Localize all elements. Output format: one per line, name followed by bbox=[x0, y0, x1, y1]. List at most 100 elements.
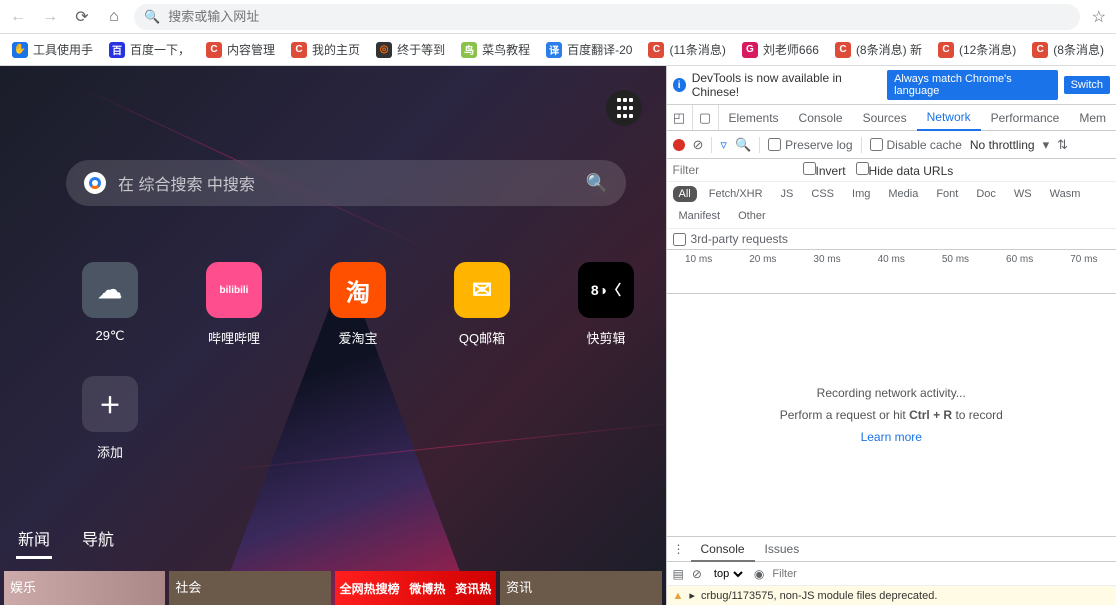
type-filter-chip[interactable]: JS bbox=[775, 186, 800, 202]
speed-dial-tile[interactable]: ☁29℃ bbox=[78, 262, 142, 347]
bookmark-item[interactable]: C(8条消息) 新 bbox=[829, 38, 928, 61]
console-filter-input[interactable] bbox=[772, 568, 1110, 580]
thirdparty-checkbox[interactable]: 3rd-party requests bbox=[667, 229, 1116, 250]
devtools-tab[interactable]: Mem bbox=[1069, 105, 1116, 130]
device-toggle-icon[interactable]: ▢ bbox=[693, 105, 719, 130]
bookmark-label: (8条消息) 新 bbox=[856, 41, 922, 58]
reload-hint: Perform a request or hit Ctrl + R to rec… bbox=[780, 408, 1003, 422]
page-search-box[interactable]: 在 综合搜索 中搜索 🔍 bbox=[66, 160, 626, 206]
bookmark-item[interactable]: G刘老师666 bbox=[736, 38, 825, 61]
search-placeholder: 在 综合搜索 中搜索 bbox=[118, 171, 574, 195]
speed-dial-tile[interactable]: 淘爱淘宝 bbox=[326, 262, 390, 347]
bookmark-item[interactable]: C内容管理 bbox=[200, 38, 281, 61]
hide-dataurl-checkbox[interactable]: Hide data URLs bbox=[856, 162, 954, 178]
speed-dial-tile[interactable]: ✉QQ邮箱 bbox=[450, 262, 514, 347]
feed-card[interactable]: 娱乐 bbox=[4, 571, 165, 605]
bookmark-item[interactable]: C(11条消息) bbox=[642, 38, 731, 61]
type-filter-chip[interactable]: Media bbox=[882, 186, 924, 202]
devtools-tab[interactable]: Elements bbox=[719, 105, 789, 130]
type-filter-chip[interactable]: Fetch/XHR bbox=[703, 186, 769, 202]
hot-item: 全网热搜榜 bbox=[340, 580, 400, 597]
devtools-tab[interactable]: Console bbox=[789, 105, 853, 130]
forward-button[interactable]: → bbox=[38, 5, 62, 29]
bookmark-favicon: 鸟 bbox=[461, 42, 477, 58]
bookmark-label: 我的主页 bbox=[312, 41, 360, 58]
bookmark-item[interactable]: ◎终于等到 bbox=[370, 38, 451, 61]
type-filter-chip[interactable]: Font bbox=[930, 186, 964, 202]
filter-icon[interactable]: ▿ bbox=[720, 137, 727, 153]
hot-ranking-card[interactable]: 全网热搜榜微博热资讯热 bbox=[335, 571, 496, 605]
network-conditions-icon[interactable]: ⇅ bbox=[1057, 137, 1068, 153]
clear-button[interactable]: ⊘ bbox=[693, 137, 704, 153]
add-tile[interactable]: ＋ 添加 bbox=[78, 376, 142, 461]
match-language-button[interactable]: Always match Chrome's language bbox=[887, 70, 1058, 100]
type-filter-chip[interactable]: CSS bbox=[805, 186, 840, 202]
warning-text: crbug/1173575, non-JS module files depre… bbox=[701, 590, 937, 602]
invert-checkbox[interactable]: Invert bbox=[803, 162, 846, 178]
drawer-tab[interactable]: Console bbox=[691, 538, 755, 562]
devtools-tab[interactable]: Performance bbox=[981, 105, 1070, 130]
page-nav-tabs: 新闻导航 bbox=[0, 520, 132, 559]
bookmark-item[interactable]: 百百度一下， bbox=[103, 38, 196, 61]
clear-console-icon[interactable]: ⊘ bbox=[692, 567, 702, 581]
bookmark-label: 内容管理 bbox=[227, 41, 275, 58]
timeline-tick: 70 ms bbox=[1070, 254, 1097, 265]
address-bar[interactable]: 🔍 bbox=[134, 4, 1080, 30]
type-filter-chip[interactable]: All bbox=[673, 186, 697, 202]
bookmark-label: (12条消息) bbox=[959, 41, 1016, 58]
throttling-select[interactable]: No throttling bbox=[970, 138, 1035, 152]
timeline-tick: 10 ms bbox=[685, 254, 712, 265]
console-sidebar-icon[interactable]: ▤ bbox=[673, 567, 684, 581]
feed-card[interactable]: 社会 bbox=[169, 571, 330, 605]
network-filter-input[interactable] bbox=[673, 163, 793, 177]
bookmark-label: 百度翻译-20 bbox=[567, 41, 632, 58]
reload-button[interactable]: ⟳ bbox=[70, 5, 94, 29]
speed-dial-tile[interactable]: 8◑〈快剪辑 bbox=[574, 262, 638, 347]
page-nav-tab[interactable]: 新闻 bbox=[16, 520, 52, 559]
search-icon[interactable]: 🔍 bbox=[735, 137, 751, 153]
tile-label: 哔哩哔哩 bbox=[208, 328, 260, 347]
type-filter-chip[interactable]: Img bbox=[846, 186, 876, 202]
drawer-menu-icon[interactable]: ⋮ bbox=[667, 542, 691, 556]
throttling-caret-icon[interactable]: ▾ bbox=[1043, 137, 1050, 153]
bookmark-item[interactable]: 鸟菜鸟教程 bbox=[455, 38, 536, 61]
bookmark-item[interactable]: 译百度翻译-20 bbox=[540, 38, 638, 61]
preserve-log-checkbox[interactable]: Preserve log bbox=[768, 138, 852, 152]
type-filter-chip[interactable]: Doc bbox=[970, 186, 1002, 202]
switch-language-button[interactable]: Switch bbox=[1064, 76, 1110, 94]
back-button[interactable]: ← bbox=[6, 5, 30, 29]
info-icon: i bbox=[673, 78, 686, 92]
learn-more-link[interactable]: Learn more bbox=[861, 430, 922, 444]
record-button[interactable] bbox=[673, 139, 685, 151]
page-nav-tab[interactable]: 导航 bbox=[80, 520, 116, 559]
context-select[interactable]: top bbox=[710, 567, 746, 581]
bookmark-item[interactable]: ✋工具使用手 bbox=[6, 38, 99, 61]
home-button[interactable]: ⌂ bbox=[102, 5, 126, 29]
tile-icon: ✉ bbox=[454, 262, 510, 318]
type-filter-chip[interactable]: Manifest bbox=[673, 208, 727, 224]
apps-grid-button[interactable] bbox=[606, 90, 642, 126]
bookmark-star-icon[interactable]: ☆ bbox=[1088, 7, 1110, 27]
devtools-tab[interactable]: Network bbox=[917, 106, 981, 131]
disable-cache-checkbox[interactable]: Disable cache bbox=[870, 138, 962, 152]
type-filter-chip[interactable]: Wasm bbox=[1044, 186, 1087, 202]
eye-icon[interactable]: ◉ bbox=[754, 567, 764, 581]
bookmark-item[interactable]: C我的主页 bbox=[285, 38, 366, 61]
browser-toolbar: ← → ⟳ ⌂ 🔍 ☆ bbox=[0, 0, 1116, 34]
devtools-tabs: ◰ ▢ ElementsConsoleSourcesNetworkPerform… bbox=[667, 105, 1116, 131]
devtools-tab[interactable]: Sources bbox=[853, 105, 917, 130]
type-filter-chip[interactable]: Other bbox=[732, 208, 772, 224]
drawer-tab[interactable]: Issues bbox=[755, 537, 810, 561]
feed-card[interactable]: 资讯 bbox=[500, 571, 661, 605]
expand-icon[interactable]: ▸ bbox=[689, 589, 695, 602]
speed-dial-tile[interactable]: bilibili哔哩哔哩 bbox=[202, 262, 266, 347]
bookmark-favicon: C bbox=[938, 42, 954, 58]
inspect-icon[interactable]: ◰ bbox=[667, 105, 693, 130]
search-submit-icon[interactable]: 🔍 bbox=[586, 173, 608, 194]
bookmark-favicon: G bbox=[742, 42, 758, 58]
add-label: 添加 bbox=[97, 442, 123, 461]
bookmark-item[interactable]: C(8条消息) bbox=[1026, 38, 1110, 61]
url-input[interactable] bbox=[168, 9, 1069, 24]
type-filter-chip[interactable]: WS bbox=[1008, 186, 1038, 202]
bookmark-item[interactable]: C (12条消息) bbox=[932, 38, 1022, 61]
